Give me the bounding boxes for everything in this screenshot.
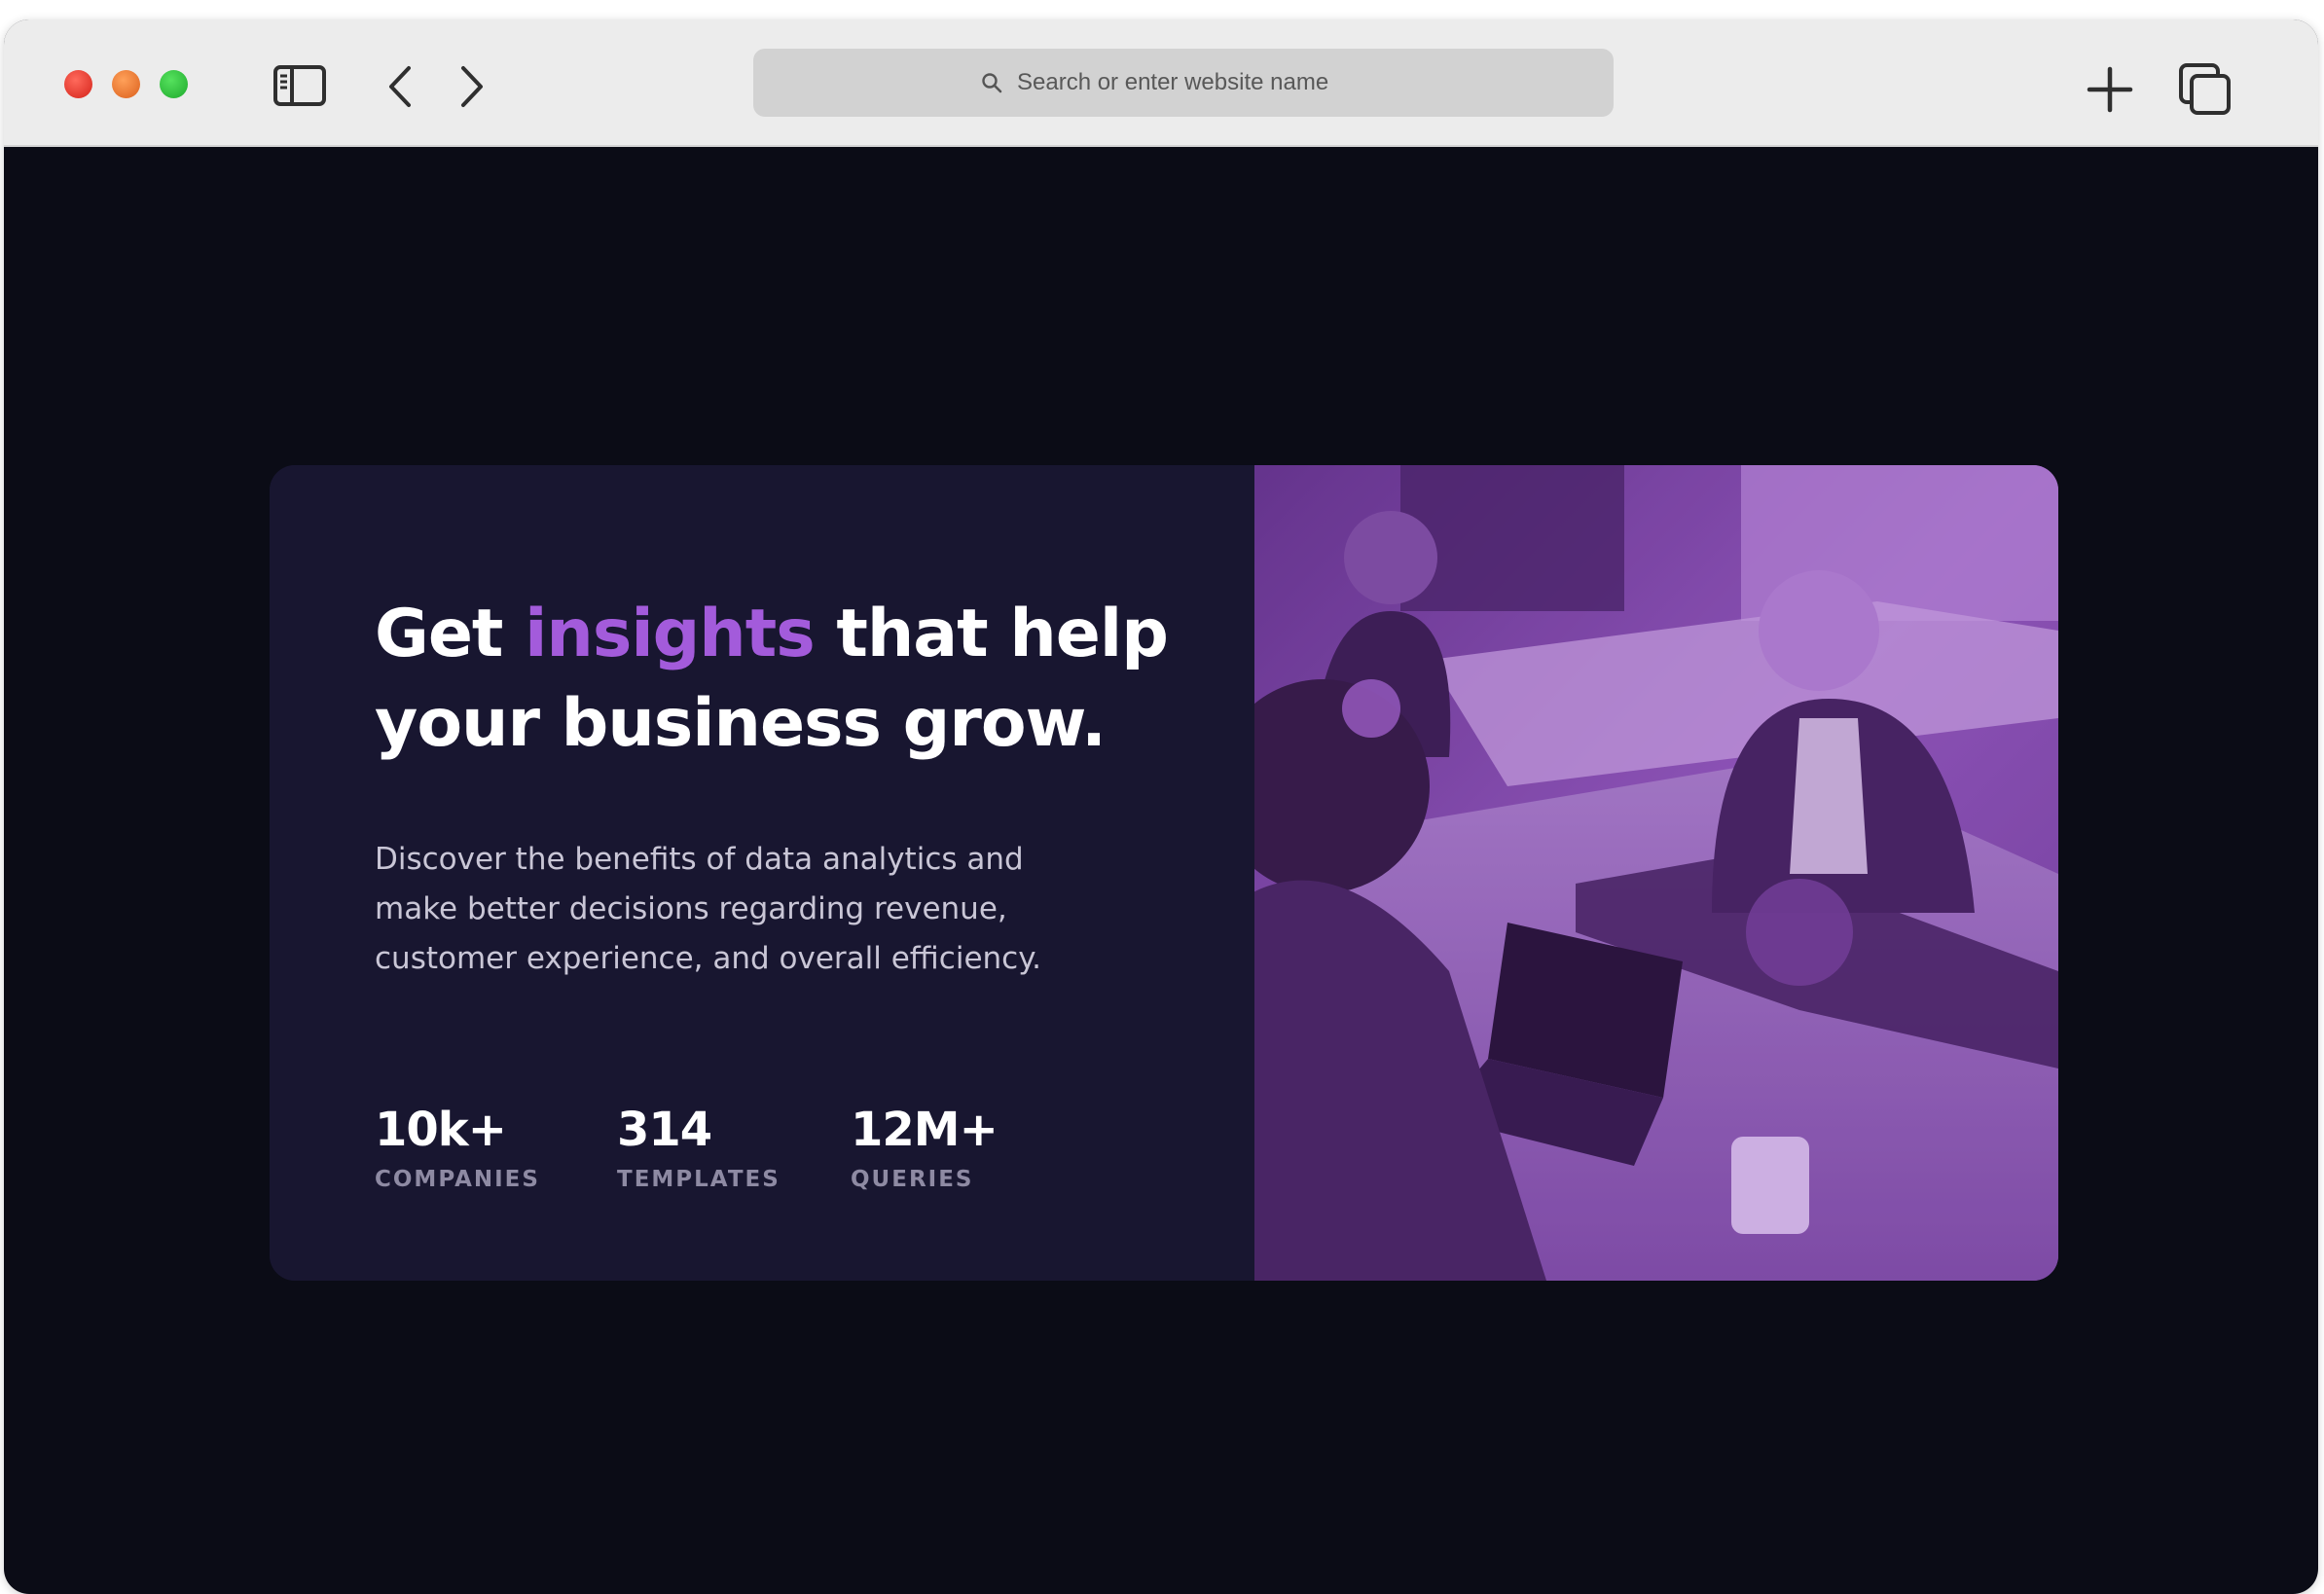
stat-label: TEMPLATES — [617, 1167, 781, 1192]
stat-value: 12M+ — [851, 1103, 999, 1157]
chevron-left-icon[interactable] — [381, 62, 420, 111]
office-meeting-photo — [1254, 465, 2058, 1281]
tabs-icon[interactable] — [2178, 62, 2233, 117]
stat-companies: 10k+ COMPANIES — [375, 1103, 540, 1192]
stat-templates: 314 TEMPLATES — [617, 1103, 781, 1192]
hero-text-panel: Get insights that help your business gro… — [270, 465, 1254, 1281]
browser-toolbar — [4, 19, 2318, 147]
address-bar[interactable] — [753, 49, 1614, 117]
sidebar-icon[interactable] — [272, 64, 327, 107]
headline-before: Get — [375, 596, 526, 672]
stat-value: 314 — [617, 1103, 712, 1157]
chevron-right-icon[interactable] — [452, 62, 490, 111]
stat-queries: 12M+ QUERIES — [851, 1103, 999, 1192]
plus-icon[interactable] — [2085, 64, 2135, 115]
stat-label: QUERIES — [851, 1167, 974, 1192]
hero-photo — [1254, 465, 2058, 1281]
minimize-window-button[interactable] — [112, 70, 140, 98]
browser-window: Get insights that help your business gro… — [4, 19, 2318, 1594]
stat-value: 10k+ — [375, 1103, 507, 1157]
search-icon — [982, 73, 1002, 93]
stat-label: COMPANIES — [375, 1167, 540, 1192]
maximize-window-button[interactable] — [160, 70, 188, 98]
headline-accent: insights — [525, 596, 816, 672]
hero-headline: Get insights that help your business gro… — [375, 590, 1212, 769]
hero-description: Discover the benefits of data analytics … — [375, 842, 1041, 976]
hero-card: Get insights that help your business gro… — [270, 465, 2058, 1281]
address-input[interactable] — [1017, 69, 1387, 96]
close-window-button[interactable] — [64, 70, 92, 98]
